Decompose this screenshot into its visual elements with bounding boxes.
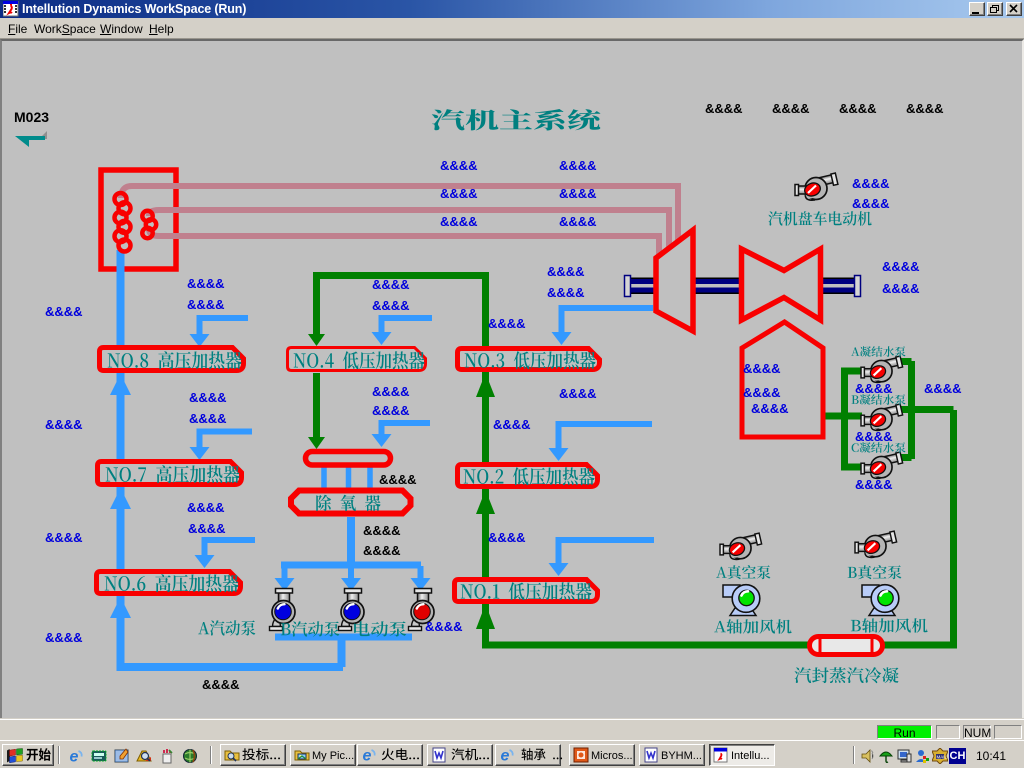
svg-text:e: e <box>363 748 372 764</box>
svg-text:e: e <box>501 748 510 764</box>
svg-text:MAIL: MAIL <box>937 755 948 760</box>
svg-text:e: e <box>70 749 79 765</box>
